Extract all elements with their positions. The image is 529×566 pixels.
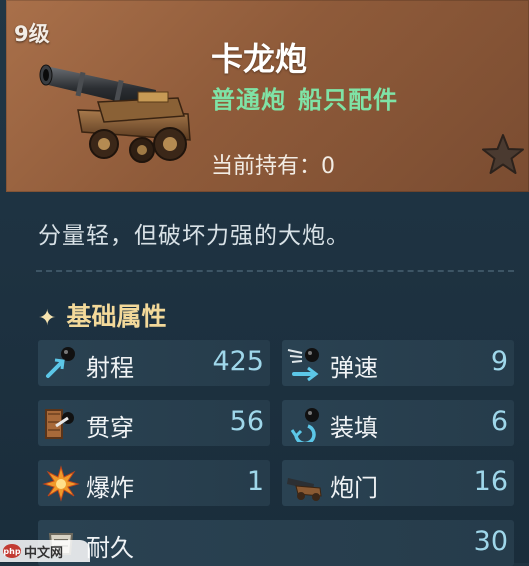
- range-icon: [46, 347, 75, 378]
- item-tags: 普通炮 船只配件: [211, 80, 398, 115]
- stat-label: 爆炸: [86, 474, 134, 502]
- stat-explosion: 爆炸 1: [38, 460, 270, 506]
- stat-label: 装填: [330, 414, 378, 442]
- divider: [36, 270, 514, 272]
- item-name: 卡龙炮: [211, 40, 308, 78]
- item-description: 分量轻，但破坏力强的大炮。: [38, 223, 350, 249]
- stat-value: 6: [490, 406, 508, 437]
- penetration-icon: [45, 409, 74, 439]
- attributes-heading-label: 基础属性: [66, 302, 167, 331]
- site-watermark: php 中文网: [0, 540, 90, 562]
- stat-label: 射程: [86, 354, 134, 382]
- watermark-logo: php: [3, 544, 21, 558]
- stat-value: 425: [212, 346, 264, 377]
- item-tag: 船只配件: [298, 86, 398, 114]
- star-icon[interactable]: [480, 132, 526, 178]
- stat-cannon-port: 炮门 16: [282, 460, 514, 506]
- attributes-heading: ✦ 基础属性: [38, 297, 166, 333]
- item-tooltip-panel: 9级 卡龙炮 普通炮 船只配件 当前持有：0 分量轻，但破坏力强的大炮。 ✦ 基…: [0, 0, 529, 566]
- stat-range: 射程 425: [38, 340, 270, 386]
- holding-count: 当前持有：0: [211, 148, 335, 180]
- stat-projectile-speed: 弹速 9: [282, 340, 514, 386]
- cannon-icon: [39, 64, 191, 163]
- stat-value: 56: [229, 406, 264, 437]
- item-header: 9级 卡龙炮 普通炮 船只配件 当前持有：0: [6, 0, 529, 192]
- cannon-port-icon: [287, 478, 322, 501]
- holding-value: 0: [321, 154, 336, 179]
- stat-reload: 装填 6: [282, 400, 514, 446]
- stat-penetration: 贯穿 56: [38, 400, 270, 446]
- explosion-icon: [42, 465, 80, 502]
- stat-value: 9: [490, 346, 508, 377]
- stat-value: 30: [473, 526, 508, 557]
- projectile-speed-icon: [287, 348, 319, 382]
- watermark-text: 中文网: [24, 545, 64, 561]
- reload-icon: [290, 408, 319, 442]
- item-tag: 普通炮: [211, 86, 286, 114]
- stat-label: 贯穿: [86, 414, 134, 442]
- stat-label: 耐久: [86, 534, 134, 562]
- item-level: 9级: [14, 22, 50, 46]
- sparkle-icon: ✦: [38, 306, 57, 331]
- stat-value: 1: [246, 466, 264, 497]
- stat-label: 炮门: [330, 474, 378, 502]
- holding-label: 当前持有：: [211, 154, 322, 179]
- stat-label: 弹速: [330, 354, 378, 382]
- stat-durability: 耐久 30: [38, 520, 514, 566]
- stat-value: 16: [473, 466, 508, 497]
